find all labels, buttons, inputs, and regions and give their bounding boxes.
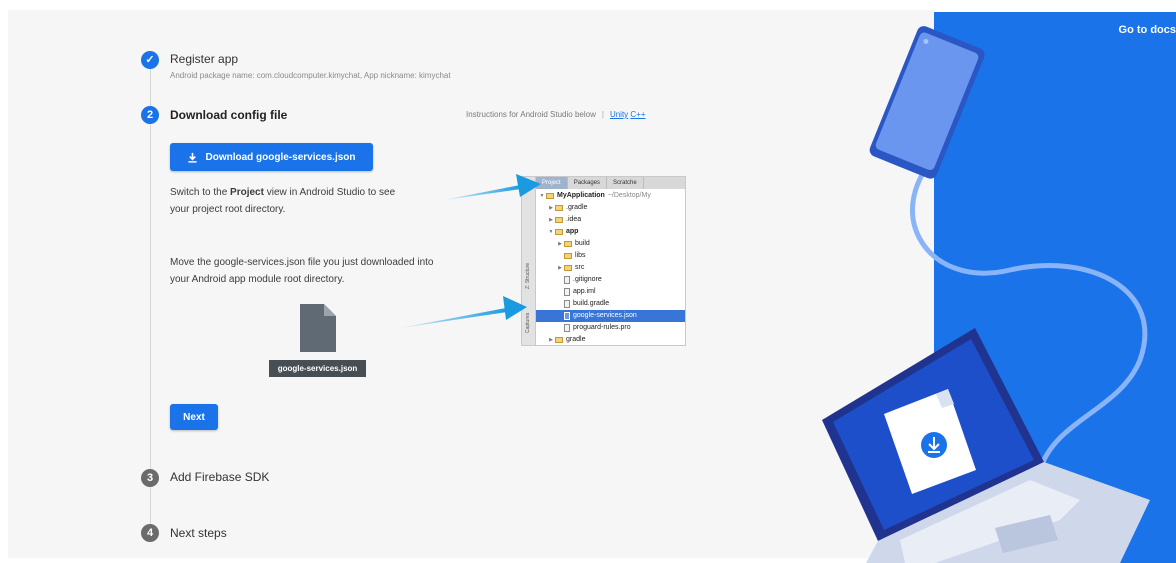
expand-arrow-icon: ▶ [558, 265, 562, 271]
as-tree-row: ▶ gradle [536, 334, 685, 345]
cpp-link[interactable]: C++ [630, 110, 645, 119]
structure-tab-label: Z: Structure [525, 262, 531, 289]
step-1-check-icon: ✓ [141, 51, 159, 69]
go-to-docs-link[interactable]: Go to docs [1119, 24, 1176, 36]
expand-arrow-icon: ▶ [549, 205, 553, 211]
file-icon [564, 288, 570, 296]
captures-tab-label: Captures [525, 312, 531, 333]
step-1-title[interactable]: Register app [170, 52, 238, 66]
switch-view-text-c: your project root directory. [170, 204, 286, 215]
as-tree-label: .idea [566, 216, 582, 223]
folder-icon [555, 229, 563, 235]
android-studio-screenshot: Z: Structure Captures Project Packages S… [521, 176, 686, 346]
instructions-separator: | [601, 110, 604, 119]
as-tree-label: libs [575, 252, 586, 259]
as-tree-label: app [566, 228, 579, 235]
as-tree-row-selected: google-services.json [536, 310, 685, 322]
as-tree-row: ▶ src [536, 262, 685, 274]
as-tab-packages: Packages [568, 177, 608, 189]
file-icon [564, 276, 570, 284]
instructions-text: Instructions for Android Studio below [466, 110, 596, 119]
as-tree-label: app.iml [573, 288, 596, 295]
as-tree-label: build [575, 240, 590, 247]
as-tree-label: proguard-rules.pro [573, 324, 631, 331]
expand-arrow-icon: ▶ [558, 241, 562, 247]
as-tree-label: src [575, 264, 585, 271]
stepper-line [150, 68, 151, 538]
step-2-title: Download config file [170, 108, 288, 122]
folder-icon [564, 253, 572, 259]
folder-icon [546, 193, 554, 199]
folder-icon [555, 205, 563, 211]
as-tree-row: ▼ MyApplication ~/Desktop/My [536, 190, 685, 202]
folder-icon [564, 265, 572, 271]
move-file-text-a: Move the google-services.json file you j… [170, 257, 434, 268]
file-icon [564, 312, 570, 320]
project-bold: Project [230, 187, 264, 198]
expand-arrow-icon: ▼ [539, 193, 545, 199]
move-file-text: Move the google-services.json file you j… [170, 254, 434, 288]
as-tree-row: libs [536, 250, 685, 262]
folder-icon [555, 217, 563, 223]
folder-icon [555, 337, 563, 343]
move-file-text-b: your Android app module root directory. [170, 274, 345, 285]
as-side-toolbar: Z: Structure Captures [522, 177, 536, 345]
file-name-chip: google-services.json [269, 360, 366, 377]
as-tree-label: gradle [566, 336, 586, 343]
download-icon [188, 152, 198, 163]
as-tree-row: ▶ build [536, 238, 685, 250]
expand-arrow-icon: ▼ [548, 229, 554, 235]
step-3-number: 3 [141, 469, 159, 487]
step-1-subtitle: Android package name: com.cloudcomputer.… [170, 71, 451, 80]
switch-view-text-a: Switch to the [170, 187, 231, 198]
expand-arrow-icon: ▶ [549, 217, 553, 223]
step-2-number: 2 [141, 106, 159, 124]
as-tree-label: .gitignore [573, 276, 602, 283]
as-tabs: Project Packages Scratche [536, 177, 685, 189]
download-config-button[interactable]: Download google-services.json [170, 143, 373, 171]
json-file-icon [300, 304, 336, 352]
file-icon [564, 300, 570, 308]
unity-link[interactable]: Unity [610, 110, 628, 119]
step-4-number: 4 [141, 524, 159, 542]
step-3-title[interactable]: Add Firebase SDK [170, 470, 269, 484]
switch-view-text-b: view in Android Studio to see [263, 187, 396, 198]
page: ✓ Register app Android package name: com… [0, 0, 1176, 563]
folder-icon [564, 241, 572, 247]
as-tree-label: .gradle [566, 204, 588, 211]
as-tree-row: proguard-rules.pro [536, 322, 685, 334]
as-tree-label: build.gradle [573, 300, 610, 307]
next-button[interactable]: Next [170, 404, 218, 430]
illustration-panel: Go to docs [934, 12, 1176, 563]
as-tree-row: build.gradle [536, 298, 685, 310]
as-tree-label: MyApplication [557, 192, 605, 199]
as-tab-scratches: Scratche [607, 177, 644, 189]
switch-view-text: Switch to the Project view in Android St… [170, 184, 395, 218]
as-tree-row: ▶ .gradle [536, 202, 685, 214]
download-button-label: Download google-services.json [205, 151, 356, 163]
as-tree-path: ~/Desktop/My [607, 192, 651, 199]
as-tree-label: google-services.json [573, 312, 637, 319]
file-icon [564, 324, 570, 332]
as-tree-row: app.iml [536, 286, 685, 298]
instructions-line: Instructions for Android Studio below | Un… [466, 110, 646, 119]
expand-arrow-icon: ▶ [549, 337, 553, 343]
as-tree-row: ▼ app [536, 226, 685, 238]
as-tree-row: .gitignore [536, 274, 685, 286]
as-tree-row: ▶ .idea [536, 214, 685, 226]
step-4-title[interactable]: Next steps [170, 526, 227, 540]
as-tab-project: Project [536, 177, 568, 189]
as-project-tree: ▼ MyApplication ~/Desktop/My ▶ .gradle ▶ .idea… [536, 190, 685, 345]
